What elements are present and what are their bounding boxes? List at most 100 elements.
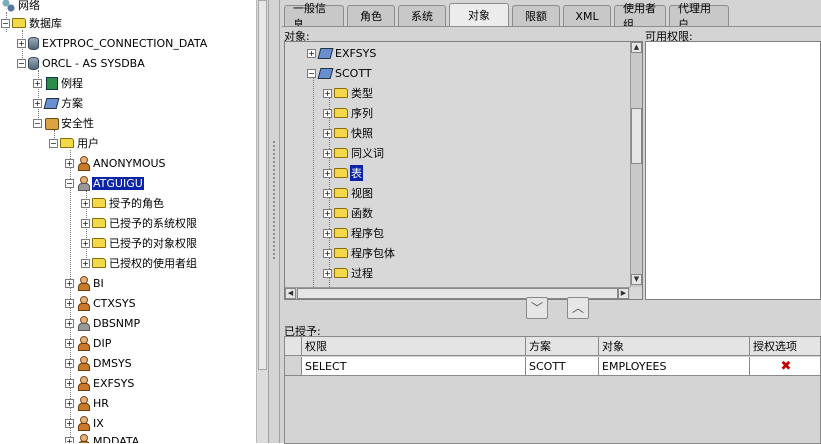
object-node-package-bodies[interactable]: + 程序包体: [323, 244, 396, 262]
navigator-scrollbar[interactable]: [256, 0, 268, 443]
row-header[interactable]: [285, 357, 302, 376]
expand-toggle-icon[interactable]: +: [65, 418, 74, 428]
expand-toggle-icon[interactable]: +: [65, 358, 74, 368]
tree-node-user-ctxsys[interactable]: + CTXSYS: [65, 294, 137, 312]
column-header-grant-option[interactable]: 授权选项: [750, 337, 820, 356]
expand-toggle-icon[interactable]: +: [65, 378, 74, 388]
column-header-object[interactable]: 对象: [599, 337, 750, 356]
grant-option-remove-icon[interactable]: ✖: [750, 357, 820, 376]
tree-node-user-hr[interactable]: + HR: [65, 394, 110, 412]
tab-system[interactable]: 系统: [398, 5, 446, 26]
tab-general[interactable]: 一般信息: [284, 2, 344, 31]
tree-node-user-dip[interactable]: + DIP: [65, 334, 112, 352]
expand-toggle-icon[interactable]: +: [81, 258, 90, 268]
tab-consumer-groups[interactable]: 使用者组: [614, 2, 666, 31]
scroll-up-arrow-icon[interactable]: ▲: [631, 42, 642, 53]
tree-node-orcl[interactable]: − ORCL - AS SYSDBA: [17, 54, 146, 72]
scroll-right-arrow-icon[interactable]: ▶: [618, 288, 629, 299]
tree-node-granted-roles[interactable]: + 授予的角色: [81, 194, 165, 212]
panel-splitter[interactable]: [268, 0, 280, 443]
tab-proxy-users[interactable]: 代理用户: [669, 2, 729, 31]
tree-node-schema[interactable]: + 方案: [33, 94, 84, 112]
tree-node-user-dmsys[interactable]: + DMSYS: [65, 354, 133, 372]
expand-toggle-icon[interactable]: +: [323, 108, 332, 118]
object-node-sequences[interactable]: + 序列: [323, 104, 374, 122]
expand-toggle-icon[interactable]: +: [81, 238, 90, 248]
column-header-privilege[interactable]: 权限: [302, 337, 526, 356]
expand-toggle-icon[interactable]: +: [65, 436, 74, 443]
available-privileges-list[interactable]: [645, 41, 821, 300]
tree-node-user-bi[interactable]: + BI: [65, 274, 105, 292]
expand-toggle-icon[interactable]: +: [65, 338, 74, 348]
scrollbar-thumb[interactable]: [631, 108, 642, 164]
object-node-exfsys[interactable]: + EXFSYS: [307, 44, 377, 62]
expand-toggle-icon[interactable]: +: [17, 38, 26, 48]
scroll-left-arrow-icon[interactable]: ◀: [285, 288, 296, 299]
granted-privileges-table[interactable]: 权限 方案 对象 授权选项 SELECT SCOTT EMPLOYEES ✖: [284, 336, 821, 444]
object-node-procedures[interactable]: + 过程: [323, 264, 374, 282]
collapse-toggle-icon[interactable]: −: [49, 138, 58, 148]
collapse-toggle-icon[interactable]: −: [65, 178, 74, 188]
collapse-toggle-icon[interactable]: −: [33, 118, 42, 128]
tree-node-user-anonymous[interactable]: + ANONYMOUS: [65, 154, 167, 172]
expand-toggle-icon[interactable]: +: [323, 248, 332, 258]
object-node-tables[interactable]: + 表: [323, 164, 363, 182]
tree-node-extproc[interactable]: + EXTPROC_CONNECTION_DATA: [17, 34, 208, 52]
expand-toggle-icon[interactable]: +: [323, 268, 332, 278]
tab-objects[interactable]: 对象: [449, 3, 509, 26]
expand-toggle-icon[interactable]: +: [65, 398, 74, 408]
cell-object[interactable]: EMPLOYEES: [599, 357, 750, 376]
cell-privilege[interactable]: SELECT: [302, 357, 526, 376]
expand-toggle-icon[interactable]: +: [65, 298, 74, 308]
grant-down-button[interactable]: ﹀: [526, 297, 548, 319]
expand-toggle-icon[interactable]: +: [323, 208, 332, 218]
object-node-synonyms[interactable]: + 同义词: [323, 144, 385, 162]
object-node-views[interactable]: + 视图: [323, 184, 374, 202]
expand-toggle-icon[interactable]: +: [65, 158, 74, 168]
expand-toggle-icon[interactable]: +: [323, 88, 332, 98]
tree-node-user-mddata[interactable]: + MDDATA: [65, 432, 140, 443]
expand-toggle-icon[interactable]: +: [33, 78, 42, 88]
expand-toggle-icon[interactable]: +: [323, 188, 332, 198]
object-node-functions[interactable]: + 函数: [323, 204, 374, 222]
object-node-types[interactable]: + 类型: [323, 84, 374, 102]
tree-node-network[interactable]: 网络: [0, 0, 41, 14]
tree-node-object-privileges[interactable]: + 已授予的对象权限: [81, 234, 198, 252]
tab-quotas[interactable]: 限额: [512, 5, 560, 26]
object-node-scott[interactable]: − SCOTT: [307, 64, 373, 82]
collapse-toggle-icon[interactable]: −: [17, 58, 26, 68]
expand-toggle-icon[interactable]: +: [307, 48, 316, 58]
column-header-schema[interactable]: 方案: [526, 337, 599, 356]
expand-toggle-icon[interactable]: +: [65, 318, 74, 328]
tree-node-system-privileges[interactable]: + 已授予的系统权限: [81, 214, 198, 232]
expand-toggle-icon[interactable]: +: [65, 278, 74, 288]
tab-xml[interactable]: XML: [563, 5, 611, 26]
tree-node-user-ix[interactable]: + IX: [65, 414, 105, 432]
tab-roles[interactable]: 角色: [347, 5, 395, 26]
expand-toggle-icon[interactable]: +: [323, 228, 332, 238]
collapse-toggle-icon[interactable]: −: [1, 18, 10, 28]
tree-node-instance[interactable]: + 例程: [33, 74, 84, 92]
tree-node-user-exfsys[interactable]: + EXFSYS: [65, 374, 135, 392]
scroll-down-arrow-icon[interactable]: ▼: [631, 274, 642, 285]
splitter-grip-icon[interactable]: [272, 140, 276, 260]
tree-node-users[interactable]: − 用户: [49, 134, 100, 152]
expand-toggle-icon[interactable]: +: [323, 168, 332, 178]
tree-node-user-atguigu[interactable]: − ATGUIGU: [65, 174, 144, 192]
expand-toggle-icon[interactable]: +: [323, 148, 332, 158]
expand-toggle-icon[interactable]: +: [81, 218, 90, 228]
collapse-toggle-icon[interactable]: −: [307, 68, 316, 78]
object-node-snapshots[interactable]: + 快照: [323, 124, 374, 142]
expand-toggle-icon[interactable]: +: [81, 198, 90, 208]
cell-schema[interactable]: SCOTT: [526, 357, 599, 376]
object-tree-vertical-scrollbar[interactable]: ▲ ▼: [630, 42, 642, 287]
tree-node-security[interactable]: − 安全性: [33, 114, 95, 132]
tree-node-consumer-groups[interactable]: + 已授权的使用者组: [81, 254, 198, 272]
tree-node-databases[interactable]: − 数据库: [1, 14, 63, 32]
object-tree[interactable]: + EXFSYS − SCOTT + 类型 + 序列 + 快照 + 同义词 + …: [284, 41, 643, 300]
expand-toggle-icon[interactable]: +: [323, 128, 332, 138]
scrollbar-thumb[interactable]: [258, 0, 267, 370]
expand-toggle-icon[interactable]: +: [33, 98, 42, 108]
tree-node-user-dbsnmp[interactable]: + DBSNMP: [65, 314, 141, 332]
object-node-packages[interactable]: + 程序包: [323, 224, 385, 242]
